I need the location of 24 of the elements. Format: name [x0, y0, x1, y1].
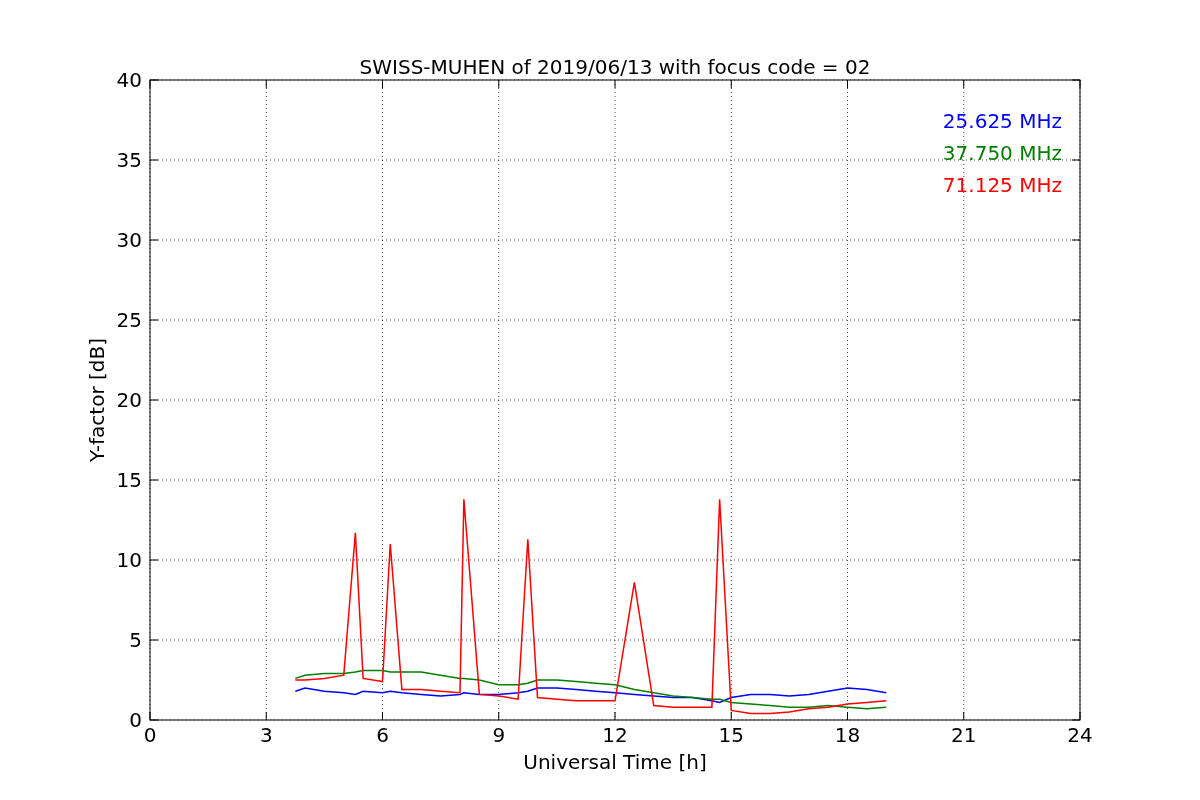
legend-label: 71.125 MHz: [942, 173, 1062, 197]
legend-label: 25.625 MHz: [942, 109, 1062, 133]
tick-label: 15: [718, 723, 744, 747]
tick-label: 15: [116, 468, 142, 492]
tick-label: 21: [951, 723, 977, 747]
tick-label: 0: [143, 723, 157, 747]
tick-label: 5: [129, 628, 142, 652]
tick-label: 20: [116, 388, 142, 412]
tick-label: 18: [834, 723, 861, 747]
tick-label: 35: [116, 148, 142, 172]
tick-label: 6: [376, 723, 389, 747]
chart-title: SWISS-MUHEN of 2019/06/13 with focus code = 02: [359, 55, 871, 79]
axis-label: Universal Time [h]: [523, 750, 707, 774]
tick-label: 12: [602, 723, 628, 747]
tick-label: 10: [116, 548, 142, 572]
axis-label: Y-factor [dB]: [85, 338, 109, 462]
tick-label: 30: [116, 228, 142, 252]
legend-label: 37.750 MHz: [942, 141, 1062, 165]
tick-label: 9: [492, 723, 506, 747]
tick-label: 0: [129, 708, 142, 732]
tick-label: 24: [1067, 723, 1093, 747]
tick-label: 40: [116, 68, 142, 92]
tick-label: 3: [259, 723, 273, 747]
tick-label: 25: [116, 308, 142, 332]
